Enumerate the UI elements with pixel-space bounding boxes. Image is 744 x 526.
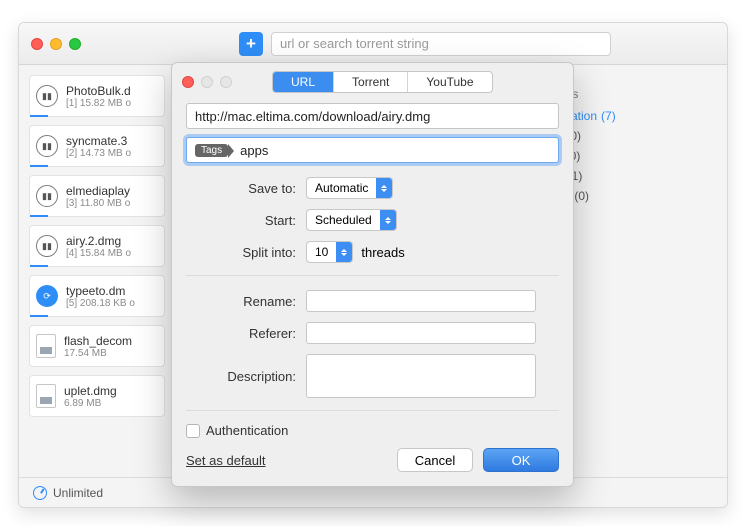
pause-icon[interactable]: ▮▮: [36, 85, 58, 107]
description-input[interactable]: [306, 354, 536, 398]
tags-heading: Tags: [553, 87, 695, 101]
chevron-updown-icon: [380, 210, 396, 230]
pause-icon[interactable]: ▮▮: [36, 135, 58, 157]
list-item[interactable]: ▮▮ syncmate.3[2] 14.73 MB o: [29, 125, 165, 167]
dialog-window-controls: [182, 76, 232, 88]
url-input[interactable]: http://mac.eltima.com/download/airy.dmg: [186, 103, 559, 129]
tags-input[interactable]: Tags apps: [186, 137, 559, 163]
close-icon[interactable]: [182, 76, 194, 88]
tab-torrent[interactable]: Torrent: [334, 72, 408, 92]
zoom-icon: [220, 76, 232, 88]
window-controls: [31, 38, 81, 50]
pause-icon[interactable]: ▮▮: [36, 185, 58, 207]
item-sub: [3] 11.80 MB o: [66, 198, 130, 209]
referer-label: Referer:: [186, 326, 296, 341]
tag-item[interactable]: er(1): [553, 169, 695, 183]
tab-url[interactable]: URL: [273, 72, 334, 92]
pause-icon[interactable]: ▮▮: [36, 235, 58, 257]
rename-label: Rename:: [186, 294, 296, 309]
item-sub: [5] 208.18 KB o: [66, 298, 135, 309]
tab-youtube[interactable]: YouTube: [408, 72, 491, 92]
list-item[interactable]: ▮▮ airy.2.dmg[4] 15.84 MB o: [29, 225, 165, 267]
list-item[interactable]: flash_decom17.54 MB: [29, 325, 165, 367]
item-name: syncmate.3: [66, 134, 131, 148]
speed-icon: [33, 486, 47, 500]
divider: [186, 410, 559, 411]
auth-checkbox[interactable]: [186, 424, 200, 438]
item-name: elmediaplay: [66, 184, 130, 198]
item-sub: [4] 15.84 MB o: [66, 248, 131, 259]
dialog-titlebar: URL Torrent YouTube: [172, 63, 573, 103]
item-name: flash_decom: [64, 334, 132, 348]
set-default-link[interactable]: Set as default: [186, 453, 266, 468]
threads-suffix: threads: [361, 245, 404, 260]
item-sub: 17.54 MB: [64, 348, 132, 359]
tag-item[interactable]: ure(0): [553, 189, 695, 203]
threads-select[interactable]: 10: [306, 241, 353, 263]
list-item[interactable]: uplet.dmg6.89 MB: [29, 375, 165, 417]
chevron-updown-icon: [376, 178, 392, 198]
file-icon: [36, 384, 56, 408]
tag-item[interactable]: ic(0): [553, 149, 695, 163]
item-name: airy.2.dmg: [66, 234, 131, 248]
add-button[interactable]: +: [239, 32, 263, 56]
add-url-dialog: URL Torrent YouTube http://mac.eltima.co…: [171, 62, 574, 487]
titlebar: + url or search torrent string: [19, 23, 727, 65]
download-list: ▮▮ PhotoBulk.d[1] 15.82 MB o ▮▮ syncmate…: [19, 65, 165, 477]
item-name: uplet.dmg: [64, 384, 117, 398]
close-icon[interactable]: [31, 38, 43, 50]
search-input[interactable]: url or search torrent string: [271, 32, 611, 56]
list-item[interactable]: ⟳ typeeto.dm[5] 208.18 KB o: [29, 275, 165, 317]
item-name: typeeto.dm: [66, 284, 135, 298]
retry-icon[interactable]: ⟳: [36, 285, 58, 307]
zoom-icon[interactable]: [69, 38, 81, 50]
item-sub: 6.89 MB: [64, 398, 117, 409]
rename-input[interactable]: [306, 290, 536, 312]
minimize-icon: [201, 76, 213, 88]
cancel-button[interactable]: Cancel: [397, 448, 473, 472]
start-select[interactable]: Scheduled: [306, 209, 397, 231]
referer-input[interactable]: [306, 322, 536, 344]
ok-button[interactable]: OK: [483, 448, 559, 472]
divider: [186, 275, 559, 276]
tags-value: apps: [240, 143, 268, 158]
file-icon: [36, 334, 56, 358]
start-label: Start:: [186, 213, 296, 228]
save-to-select[interactable]: Automatic: [306, 177, 393, 199]
item-sub: [2] 14.73 MB o: [66, 148, 131, 159]
status-label: Unlimited: [53, 486, 103, 500]
list-item[interactable]: ▮▮ PhotoBulk.d[1] 15.82 MB o: [29, 75, 165, 117]
tags-chip-icon: Tags: [195, 144, 228, 157]
options-form: Save to: Automatic Start: Scheduled Spli…: [186, 177, 559, 263]
tag-item[interactable]: plication(7): [553, 109, 695, 123]
description-label: Description:: [186, 369, 296, 384]
auth-label: Authentication: [206, 423, 288, 438]
item-sub: [1] 15.82 MB o: [66, 98, 131, 109]
save-to-label: Save to:: [186, 181, 296, 196]
split-label: Split into:: [186, 245, 296, 260]
source-tabs: URL Torrent YouTube: [272, 71, 493, 93]
minimize-icon[interactable]: [50, 38, 62, 50]
item-name: PhotoBulk.d: [66, 84, 131, 98]
chevron-updown-icon: [336, 242, 352, 262]
meta-form: Rename: Referer: Description:: [186, 290, 559, 398]
tag-item[interactable]: ie(0): [553, 129, 695, 143]
list-item[interactable]: ▮▮ elmediaplay[3] 11.80 MB o: [29, 175, 165, 217]
